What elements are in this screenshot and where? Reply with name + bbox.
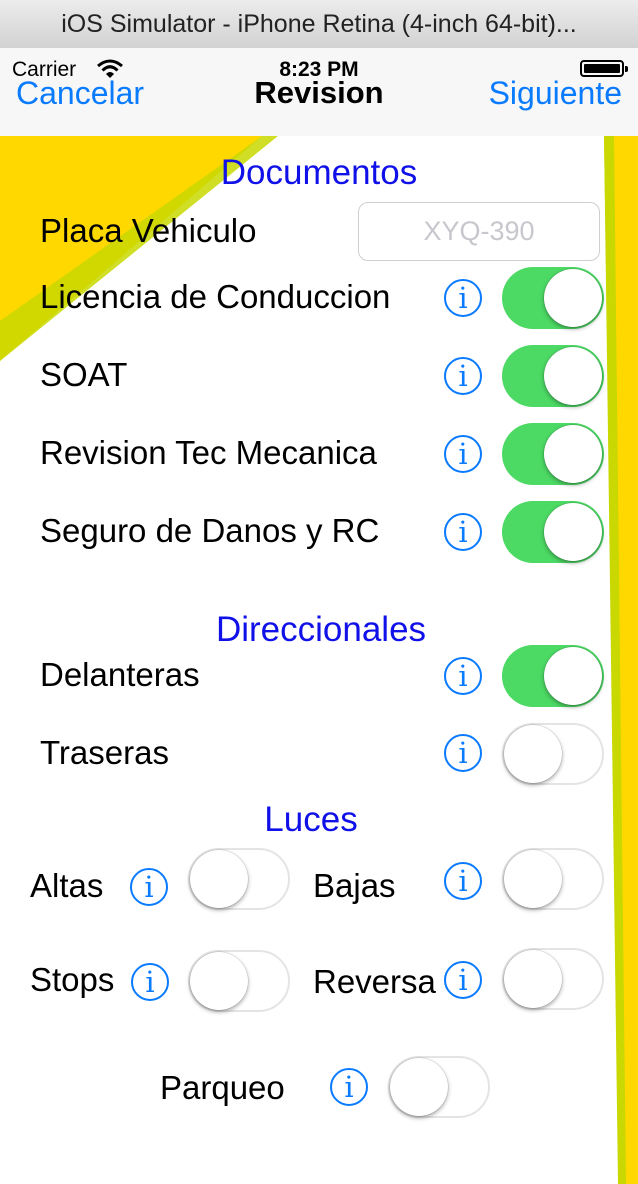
info-icon[interactable]: i bbox=[444, 734, 482, 772]
info-icon[interactable]: i bbox=[444, 435, 482, 473]
info-icon[interactable]: i bbox=[444, 657, 482, 695]
soat-label: SOAT bbox=[40, 356, 128, 393]
window-title: iOS Simulator - iPhone Retina (4-inch 64… bbox=[61, 10, 577, 38]
soat-toggle[interactable] bbox=[502, 345, 604, 407]
section-direccionales-header: Direccionales bbox=[215, 610, 427, 649]
section-documentos-header: Documentos bbox=[220, 153, 418, 192]
form-content: Documentos Placa Vehiculo XYQ-390 Licenc… bbox=[0, 136, 638, 1184]
stops-label: Stops bbox=[30, 961, 115, 998]
info-icon[interactable]: i bbox=[131, 963, 169, 1001]
parqueo-label: Parqueo bbox=[160, 1069, 285, 1106]
traseras-toggle[interactable] bbox=[502, 723, 604, 785]
info-icon[interactable]: i bbox=[444, 357, 482, 395]
placa-vehiculo-label: Placa Vehiculo bbox=[40, 212, 257, 249]
next-button[interactable]: Siguiente bbox=[489, 75, 622, 112]
delanteras-label: Delanteras bbox=[40, 656, 200, 693]
revision-tec-mecanica-label: Revision Tec Mecanica bbox=[40, 434, 377, 471]
simulator-title-bar: iOS Simulator - iPhone Retina (4-inch 64… bbox=[0, 0, 638, 49]
reversa-label: Reversa bbox=[313, 963, 436, 1000]
info-icon[interactable]: i bbox=[444, 279, 482, 317]
altas-label: Altas bbox=[30, 867, 104, 904]
bajas-toggle[interactable] bbox=[502, 848, 604, 910]
parqueo-toggle[interactable] bbox=[388, 1056, 490, 1118]
seguro-danos-label: Seguro de Danos y RC bbox=[40, 512, 380, 549]
delanteras-toggle[interactable] bbox=[502, 645, 604, 707]
bajas-label: Bajas bbox=[313, 867, 396, 904]
licencia-toggle[interactable] bbox=[502, 267, 604, 329]
stops-toggle[interactable] bbox=[188, 950, 290, 1012]
reversa-toggle[interactable] bbox=[502, 948, 604, 1010]
section-luces-header: Luces bbox=[264, 800, 358, 839]
info-icon[interactable]: i bbox=[444, 513, 482, 551]
info-icon[interactable]: i bbox=[130, 868, 168, 906]
seguro-danos-toggle[interactable] bbox=[502, 501, 604, 563]
traseras-label: Traseras bbox=[40, 734, 169, 771]
altas-toggle[interactable] bbox=[188, 848, 290, 910]
revision-tec-mecanica-toggle[interactable] bbox=[502, 423, 604, 485]
placa-vehiculo-input[interactable]: XYQ-390 bbox=[358, 202, 600, 261]
info-icon[interactable]: i bbox=[330, 1068, 368, 1106]
licencia-label: Licencia de Conduccion bbox=[40, 278, 391, 315]
info-icon[interactable]: i bbox=[444, 961, 482, 999]
info-icon[interactable]: i bbox=[444, 862, 482, 900]
